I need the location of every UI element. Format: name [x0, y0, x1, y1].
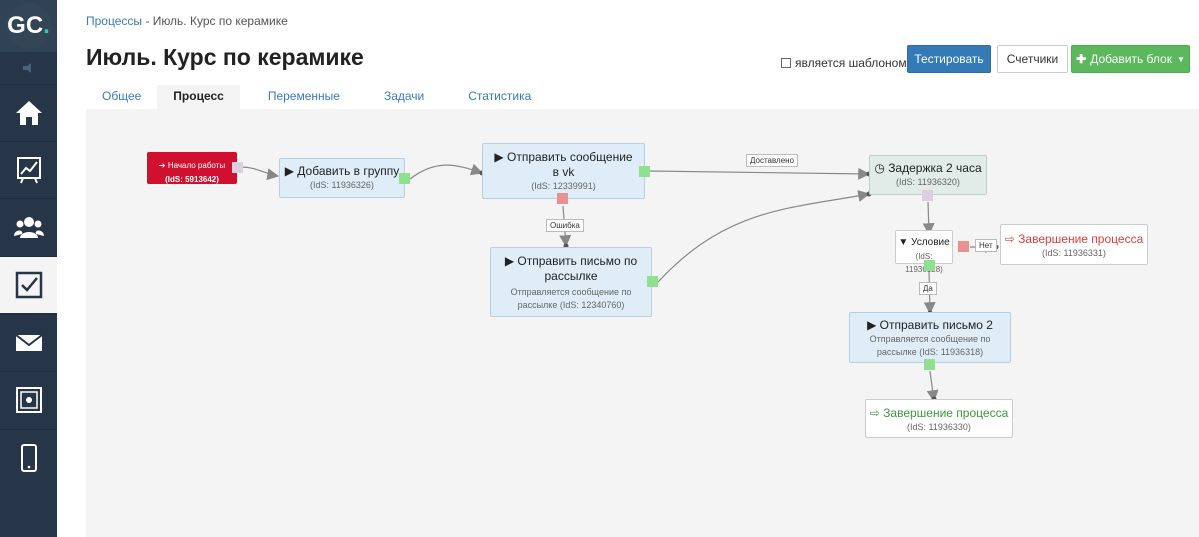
sidebar-collapse-icon[interactable]	[0, 56, 57, 80]
template-checkbox[interactable]: является шаблоном	[781, 56, 907, 70]
node-end-no[interactable]: ⇨ Завершение процесса (IdS: 11936331)	[1000, 224, 1148, 265]
tab-process[interactable]: Процесс	[157, 85, 240, 109]
node-start-title-row: ➔ Начало работы	[148, 153, 236, 173]
node-start-id: (IdS: 5913642)	[165, 175, 219, 184]
safe-icon	[15, 387, 42, 413]
logo-text: GC	[7, 12, 44, 39]
node-end-yes-id: (IdS: 11936330)	[907, 422, 971, 432]
chart-icon	[16, 157, 41, 184]
tabs: Общее Процесс Переменные Задачи Статисти…	[86, 85, 547, 109]
plus-icon: ✚	[1076, 52, 1087, 66]
node-start[interactable]: ➔ Начало работы (IdS: 5913642)	[147, 152, 237, 184]
wire-label-no: Нет	[975, 239, 997, 252]
tab-statistics[interactable]: Статистика	[440, 85, 547, 109]
node-send-mail-desc: Отправляется сообщение по рассылке (IdS:…	[510, 287, 632, 310]
wire-label-delivered: Доставлено	[746, 154, 799, 167]
add-block-button[interactable]: ✚ Добавить блок ▼	[1071, 45, 1190, 73]
home-icon	[15, 101, 42, 125]
logo[interactable]: GC.	[0, 0, 57, 52]
wire-label-error: Ошибка	[546, 219, 584, 232]
node-delay-title: Задержка 2 часа	[888, 161, 982, 175]
sidebar-item-tasks[interactable]	[0, 256, 57, 313]
node-send-vk-id: (IdS: 12339991)	[531, 181, 596, 191]
node-send-vk-title: Отправить сообщение в vk	[506, 150, 633, 179]
mail-icon	[14, 334, 43, 351]
process-canvas[interactable]: ➔ Начало работы (IdS: 5913642) ▶ Добавит…	[86, 109, 1199, 537]
node-end-no-id: (IdS: 11936331)	[1042, 248, 1106, 258]
node-delay[interactable]: ◷ Задержка 2 часа (IdS: 11936320)	[869, 155, 987, 195]
node-end-no-title-row: ⇨ Завершение процесса	[1001, 225, 1147, 247]
sidebar: GC.	[0, 0, 57, 537]
node-condition[interactable]: ▼ Условие (IdS: 11936328)	[895, 230, 953, 274]
node-send-mail2-desc: Отправляется сообщение по рассылке (IdS:…	[869, 334, 991, 357]
breadcrumb-separator: -	[142, 14, 153, 28]
play-icon: ▶	[494, 150, 504, 164]
node-end-yes-title: Завершение процесса	[883, 406, 1009, 420]
wire-mail-delay	[657, 190, 871, 283]
port-condition-yes[interactable]	[924, 260, 935, 271]
node-condition-title: Условие	[911, 237, 950, 248]
wire-label-yes: Да	[919, 282, 937, 295]
node-add-group-id: (IdS: 11936326)	[310, 180, 374, 190]
caret-down-icon: ▼	[1176, 54, 1185, 64]
wire-vk-delay	[648, 167, 871, 180]
wire-start-add	[240, 166, 280, 181]
tab-variables[interactable]: Переменные	[240, 85, 356, 109]
node-send-mail2-title: Отправить письмо 2	[879, 318, 993, 332]
add-block-label: Добавить блок	[1090, 52, 1172, 66]
sidebar-item-safe[interactable]	[0, 371, 57, 428]
node-end-yes-title-row: ⇨ Завершение процесса	[866, 400, 1012, 421]
port-send-mail-out[interactable]	[647, 276, 658, 287]
sidebar-item-mobile[interactable]	[0, 429, 57, 486]
template-checkbox-label: является шаблоном	[795, 56, 907, 70]
port-send-vk-ok[interactable]	[639, 166, 650, 177]
breadcrumb: Процессы - Июль. Курс по керамике	[86, 14, 288, 28]
node-end-yes[interactable]: ⇨ Завершение процесса (IdS: 11936330)	[865, 399, 1013, 438]
port-delay-out[interactable]	[922, 190, 933, 201]
tab-general[interactable]: Общее	[86, 85, 157, 109]
node-send-mail[interactable]: ▶ Отправить письмо по рассылке Отправляе…	[490, 247, 652, 317]
port-send-mail2-out[interactable]	[924, 359, 935, 370]
port-send-vk-error[interactable]	[557, 193, 568, 204]
sign-out-icon: ⇨	[1004, 232, 1015, 246]
sidebar-item-users[interactable]	[0, 198, 57, 255]
sidebar-item-home[interactable]	[0, 84, 57, 141]
node-end-no-title: Завершение процесса	[1018, 232, 1144, 246]
node-send-mail-title: Отправить письмо по рассылке	[517, 254, 638, 283]
wire-add-vk	[409, 163, 484, 180]
node-start-title: Начало работы	[167, 161, 226, 170]
node-send-mail2[interactable]: ▶ Отправить письмо 2 Отправляется сообще…	[849, 312, 1011, 363]
sidebar-item-mail[interactable]	[0, 314, 57, 371]
node-add-group[interactable]: ▶ Добавить в группу (IdS: 11936326)	[279, 158, 405, 198]
port-start-out[interactable]	[232, 162, 243, 173]
sidebar-item-reports[interactable]	[0, 141, 57, 198]
play-icon: ▶	[867, 318, 877, 332]
play-icon: ▶	[284, 164, 294, 178]
port-add-group-out[interactable]	[399, 173, 410, 184]
node-delay-id: (IdS: 11936320)	[896, 177, 960, 187]
filter-icon: ▼	[898, 237, 909, 248]
play-icon: ▶	[504, 254, 515, 268]
node-send-vk[interactable]: ▶ Отправить сообщение в vk (IdS: 1233999…	[482, 143, 645, 199]
template-checkbox-box[interactable]	[781, 58, 791, 68]
sign-out-icon: ⇨	[869, 406, 880, 420]
wire-mail2-end	[926, 370, 939, 403]
clock-icon: ◷	[874, 161, 885, 175]
mobile-icon	[20, 444, 37, 472]
test-button[interactable]: Тестировать	[907, 45, 991, 73]
users-icon	[13, 217, 44, 238]
logo-accent: .	[43, 12, 50, 39]
tasks-icon	[15, 271, 42, 299]
breadcrumb-current: Июль. Курс по керамике	[152, 14, 288, 28]
breadcrumb-link-processes[interactable]: Процессы	[86, 14, 142, 28]
logo-mark: GC.	[5, 3, 52, 49]
tab-tasks[interactable]: Задачи	[356, 85, 440, 109]
counters-button[interactable]: Счетчики	[997, 45, 1068, 73]
page-title: Июль. Курс по керамике	[86, 44, 364, 70]
sign-in-icon: ➔	[158, 161, 166, 170]
port-condition-no[interactable]	[958, 241, 969, 252]
node-add-group-title: Добавить в группу	[297, 164, 400, 178]
